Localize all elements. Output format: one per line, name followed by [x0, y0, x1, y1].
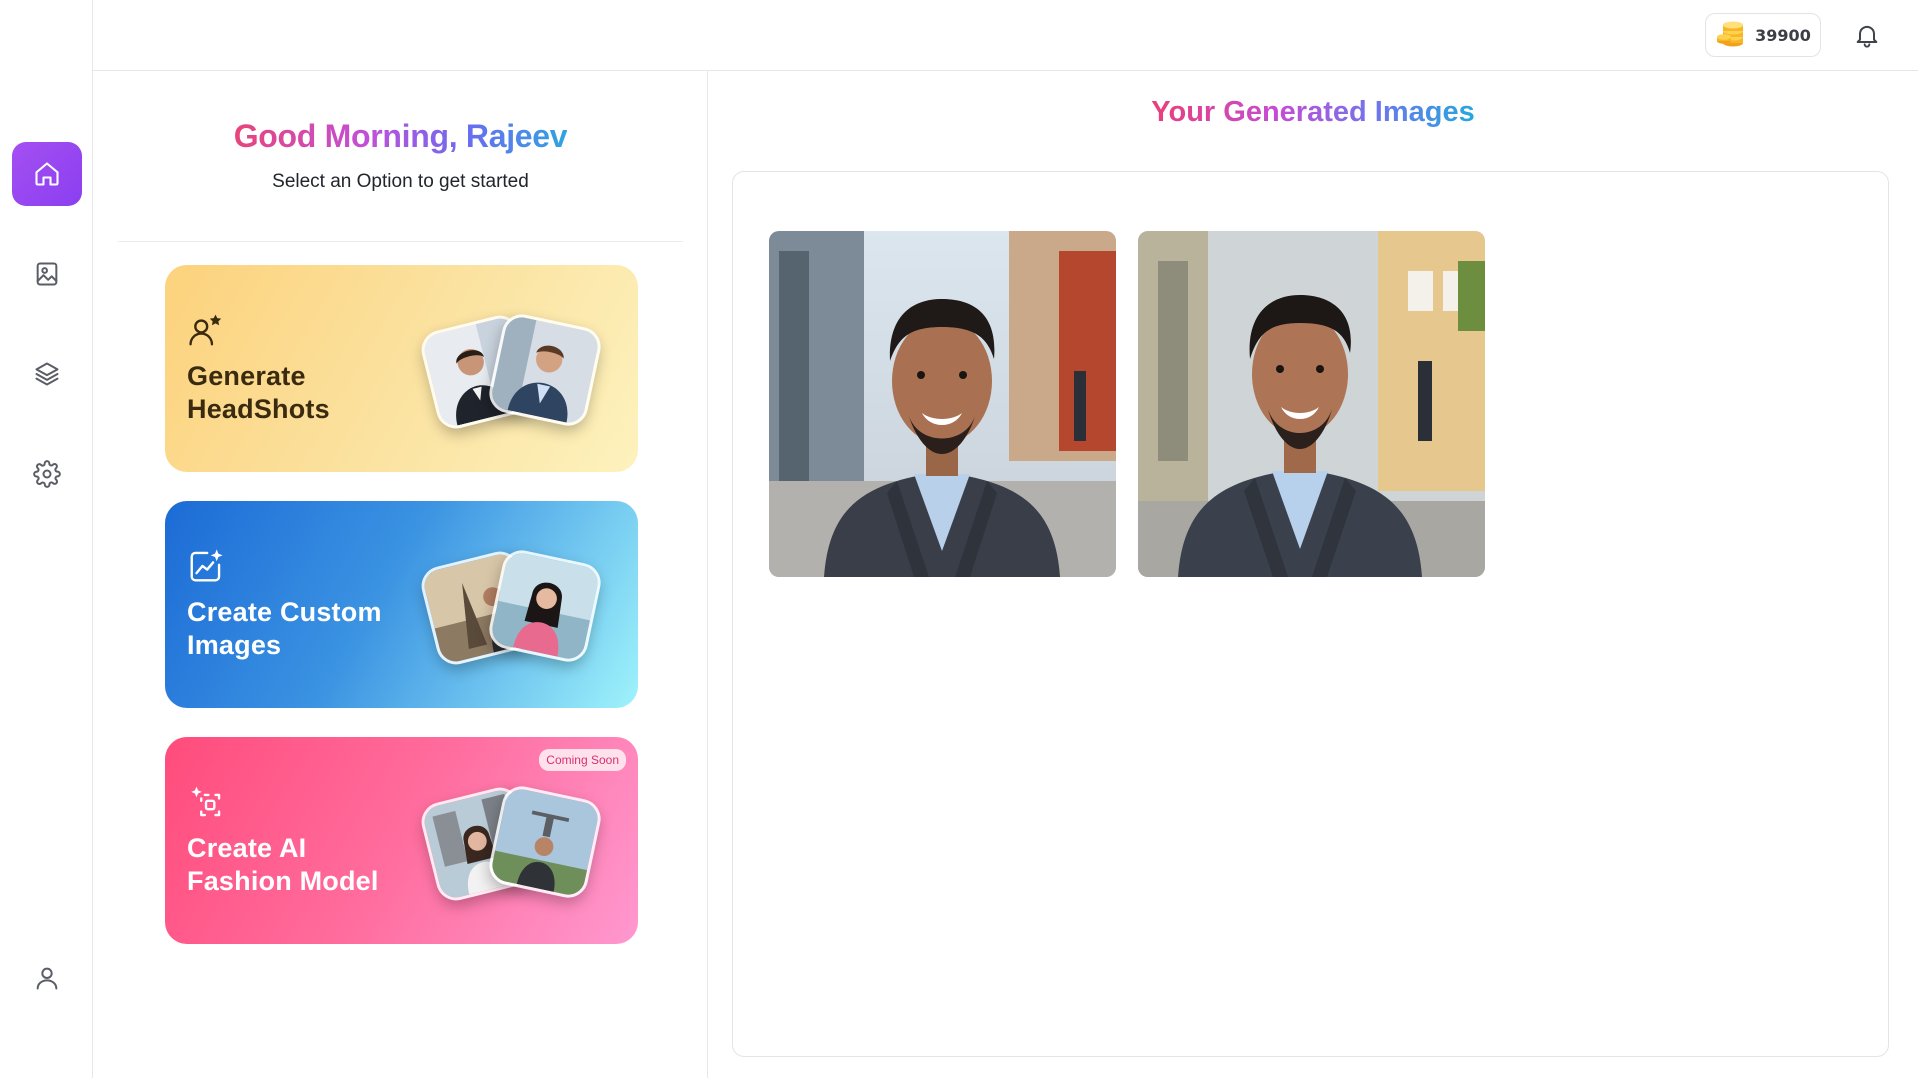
generated-image[interactable] — [1138, 231, 1485, 577]
credits-badge[interactable]: 39900 — [1705, 13, 1821, 57]
greeting-subtitle: Select an Option to get started — [272, 171, 529, 192]
card-title: Generate HeadShots — [187, 361, 330, 424]
bell-icon — [1856, 25, 1878, 48]
sparkle-frame-icon — [191, 786, 221, 817]
headshots-thumbnails — [417, 310, 605, 433]
generated-images-title: Your Generated Images — [1151, 96, 1475, 128]
sidebar-item-layers[interactable] — [12, 342, 82, 406]
layers-icon — [35, 362, 59, 386]
card-title: Create AI Fashion Model — [187, 833, 379, 896]
user-star-icon — [189, 314, 222, 346]
options-panel: Good Morning, Rajeev Select an Option to… — [93, 71, 708, 1078]
sidebar-item-home[interactable] — [12, 142, 82, 206]
thumbnail-image — [485, 546, 605, 666]
generated-images-gallery — [732, 171, 1889, 1057]
sidebar-item-gallery[interactable] — [12, 242, 82, 306]
create-ai-fashion-model-card[interactable]: Coming Soon Create AI Fashion Model — [165, 737, 638, 944]
sidebar-item-profile[interactable] — [12, 946, 82, 1010]
top-bar: 39900 — [93, 0, 1918, 71]
user-icon — [36, 967, 58, 990]
create-custom-images-card[interactable]: Create Custom Images — [165, 501, 638, 708]
gear-icon — [33, 460, 61, 488]
custom-images-thumbnails — [417, 546, 605, 669]
coming-soon-badge: Coming Soon — [539, 749, 626, 771]
thumbnail-image — [485, 782, 605, 902]
notifications-button[interactable] — [1850, 18, 1884, 52]
generate-headshots-card[interactable]: Generate HeadShots — [165, 265, 638, 472]
fashion-model-thumbnails — [417, 782, 605, 905]
greeting-title: Good Morning, Rajeev — [233, 118, 568, 154]
divider — [118, 241, 683, 242]
generated-image[interactable] — [769, 231, 1116, 577]
sidebar-item-settings[interactable] — [12, 442, 82, 506]
coins-stack-icon — [1717, 21, 1744, 47]
card-title: Create Custom Images — [187, 597, 382, 660]
sidebar — [0, 0, 93, 1078]
thumbnail-image — [485, 310, 605, 430]
credits-amount: 39900 — [1755, 25, 1811, 45]
image-icon — [36, 262, 58, 286]
home-icon — [35, 162, 59, 186]
sparkle-chart-icon — [190, 549, 223, 582]
